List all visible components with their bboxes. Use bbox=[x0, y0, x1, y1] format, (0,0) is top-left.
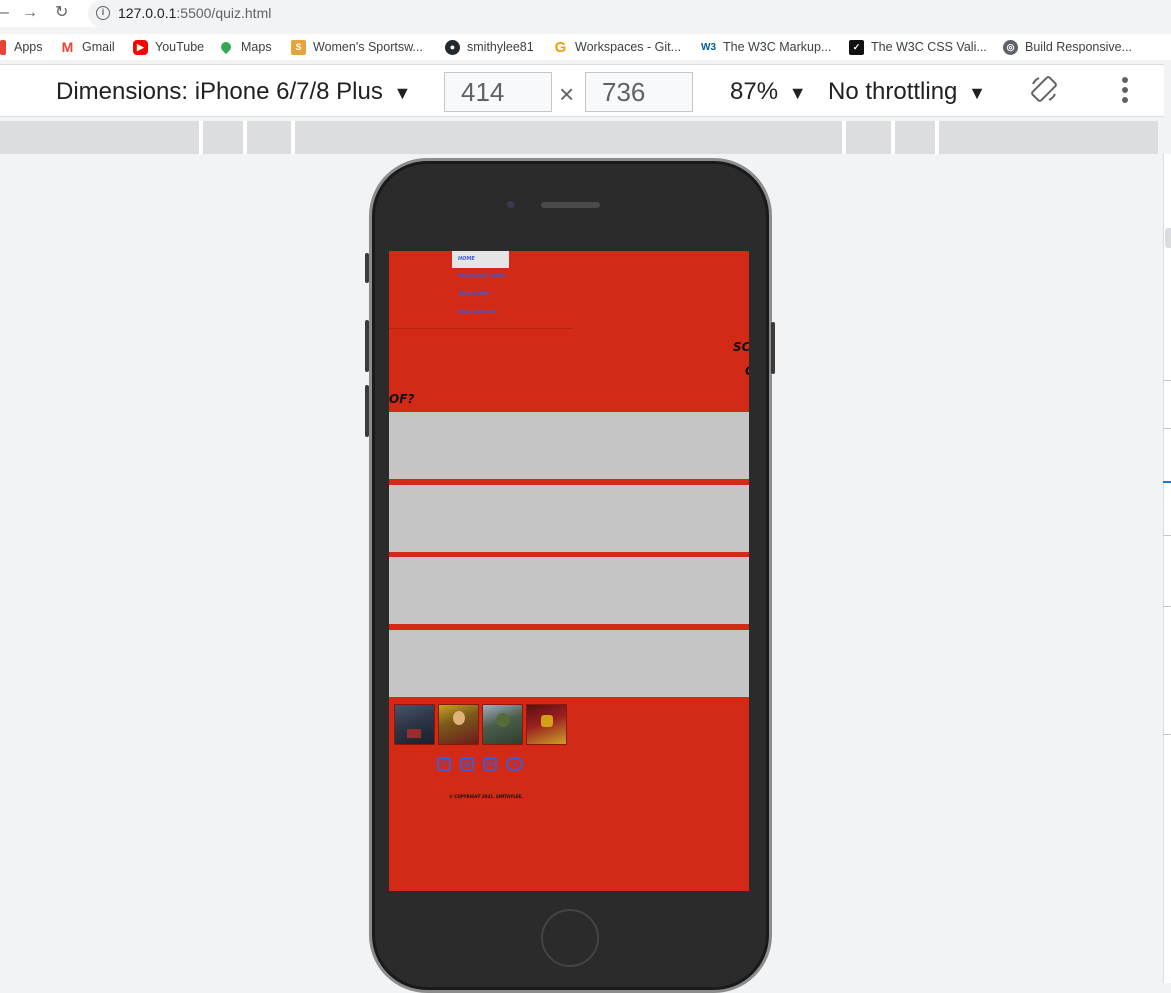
answer-option-2[interactable] bbox=[389, 485, 749, 552]
media-query-divider bbox=[891, 121, 895, 154]
volume-down-button bbox=[365, 385, 369, 437]
address-bar-row: – → ↻ i 127.0.0.1:5500/quiz.html bbox=[0, 0, 1171, 27]
media-query-divider bbox=[199, 121, 203, 154]
devtools-dock-edge bbox=[1163, 154, 1171, 983]
camera-icon bbox=[507, 201, 514, 208]
bookmark-github[interactable]: ● smithylee81 bbox=[445, 38, 534, 56]
height-input[interactable]: 736 bbox=[585, 72, 693, 112]
forward-icon[interactable]: → bbox=[22, 3, 38, 23]
address-bar[interactable]: i 127.0.0.1:5500/quiz.html bbox=[88, 0, 1171, 27]
mute-switch bbox=[365, 253, 369, 283]
captain-america-image bbox=[394, 704, 435, 745]
hulk-image bbox=[482, 704, 523, 745]
bookmark-build-responsive[interactable]: ◎ Build Responsive... bbox=[1003, 38, 1132, 56]
throttling-select[interactable]: No throttling ▼ bbox=[828, 78, 986, 106]
discord-icon[interactable]: ◕ bbox=[506, 757, 523, 771]
dock-divider bbox=[1163, 606, 1171, 607]
globe-icon: ◎ bbox=[1003, 39, 1018, 55]
bookmark-w3c-css[interactable]: ✓ The W3C CSS Vali... bbox=[849, 38, 987, 56]
volume-up-button bbox=[365, 320, 369, 372]
bookmark-youtube[interactable]: ▶ YouTube bbox=[133, 38, 204, 56]
gmail-icon: M bbox=[61, 39, 74, 55]
github-icon: ● bbox=[445, 39, 460, 55]
copyright-text: © COPYRIGHT 2021. SMITHYLEE. bbox=[449, 794, 523, 799]
gitpod-icon: G bbox=[554, 38, 567, 56]
dock-divider bbox=[1163, 734, 1171, 735]
answer-option-1[interactable] bbox=[389, 412, 749, 479]
quiz-page-viewport: HOME REACHING LINKS QUIZ SORA QUIZ SORAS… bbox=[389, 251, 749, 891]
answer-option-4[interactable] bbox=[389, 630, 749, 697]
bookmarks-bar: Apps M Gmail ▶ YouTube Maps S Women's Sp… bbox=[0, 34, 1171, 60]
media-query-bar[interactable] bbox=[0, 121, 1158, 154]
dock-resize-handle[interactable] bbox=[1165, 228, 1171, 248]
bookmark-w3c-markup[interactable]: W3 The W3C Markup... bbox=[701, 38, 831, 56]
info-icon[interactable]: i bbox=[96, 6, 110, 20]
sportswear-site-icon: S bbox=[291, 39, 306, 55]
back-icon[interactable]: – bbox=[0, 3, 9, 23]
bookmark-maps[interactable]: Maps bbox=[218, 38, 272, 56]
youtube-icon: ▶ bbox=[133, 39, 148, 55]
nav-home[interactable]: HOME bbox=[452, 251, 509, 268]
chevron-down-icon: ▼ bbox=[393, 83, 412, 103]
nav-divider bbox=[389, 328, 572, 329]
score-value: C bbox=[745, 364, 749, 378]
media-query-divider bbox=[842, 121, 846, 154]
media-query-divider bbox=[243, 121, 247, 154]
dock-divider bbox=[1163, 535, 1171, 536]
answer-option-3[interactable] bbox=[389, 557, 749, 624]
bookmark-apps[interactable]: Apps bbox=[0, 38, 43, 56]
bookmark-gmail[interactable]: M Gmail bbox=[60, 38, 115, 56]
nav-quiz-sora[interactable]: QUIZ SORA bbox=[452, 286, 509, 303]
bookmark-sportswear[interactable]: S Women's Sportsw... bbox=[291, 38, 423, 56]
dock-divider bbox=[1163, 380, 1171, 381]
chevron-down-icon: ▼ bbox=[968, 83, 986, 103]
bookmark-gitpod[interactable]: G Workspaces - Git... bbox=[553, 38, 681, 56]
more-options-icon[interactable] bbox=[1121, 77, 1129, 103]
width-input[interactable]: 414 bbox=[444, 72, 552, 112]
home-button bbox=[541, 909, 599, 967]
rotate-device-icon[interactable] bbox=[1029, 74, 1059, 104]
w3c-icon: W3 bbox=[701, 41, 716, 53]
question-text: OF? bbox=[389, 392, 415, 406]
thor-image bbox=[438, 704, 479, 745]
chevron-down-icon: ▼ bbox=[788, 83, 807, 103]
linkedin-icon[interactable]: in bbox=[483, 757, 497, 771]
device-toolbar: Dimensions: iPhone 6/7/8 Plus ▼ 414 × 73… bbox=[0, 64, 1164, 117]
speaker-grille bbox=[541, 202, 600, 208]
maps-pin-icon bbox=[218, 39, 234, 55]
score-label: SCO bbox=[733, 340, 749, 354]
css-validator-icon: ✓ bbox=[849, 39, 864, 55]
nav-reaching-links[interactable]: REACHING LINKS bbox=[452, 269, 509, 286]
nav-quiz-soras3[interactable]: QUIZ SORAS3 bbox=[452, 304, 509, 321]
times-sign: × bbox=[559, 79, 575, 109]
power-button bbox=[771, 322, 775, 374]
url-text[interactable]: 127.0.0.1:5500/quiz.html bbox=[118, 5, 271, 21]
dock-active-indicator bbox=[1163, 481, 1171, 483]
facebook-icon[interactable]: f bbox=[437, 757, 451, 771]
dock-divider bbox=[1163, 428, 1171, 429]
zoom-select[interactable]: 87% ▼ bbox=[730, 78, 807, 106]
media-query-divider bbox=[935, 121, 939, 154]
media-query-divider bbox=[291, 121, 295, 154]
iron-man-image bbox=[526, 704, 567, 745]
apps-grid-icon bbox=[0, 39, 6, 55]
instagram-icon[interactable]: ◎ bbox=[460, 757, 474, 771]
reload-icon[interactable]: ↻ bbox=[55, 3, 68, 23]
device-select[interactable]: Dimensions: iPhone 6/7/8 Plus ▼ bbox=[56, 78, 411, 106]
